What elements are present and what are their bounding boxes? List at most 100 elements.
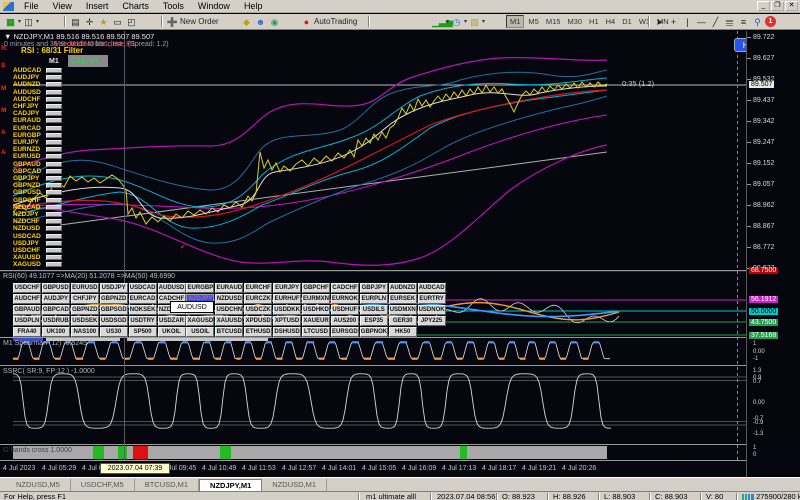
notification-badge[interactable]: 1 — [765, 16, 776, 27]
symbol-button-esp35[interactable]: ESP35 — [360, 316, 388, 326]
zoom-icon[interactable]: ⚲ — [751, 16, 764, 28]
symbol-button-usdhuf[interactable]: USDHUF — [331, 305, 359, 315]
horizontal-line-icon[interactable]: — — [695, 16, 708, 28]
symbol-button-fra40[interactable]: FRA40 — [13, 327, 41, 337]
navigator-icon[interactable]: ✛ — [83, 16, 96, 28]
watchlist-button-gbpjpy[interactable] — [46, 176, 62, 181]
menu-view[interactable]: View — [46, 0, 79, 12]
symbol-button-eurtry[interactable]: EURTRY — [418, 294, 446, 304]
timeframe-d1[interactable]: D1 — [619, 16, 635, 27]
close-button[interactable]: ✕ — [785, 1, 798, 11]
profiles-dropdown-icon[interactable]: ▾ — [36, 18, 39, 25]
indicators-dropdown-icon[interactable]: ▾ — [446, 18, 449, 25]
symbol-button-usdmxn[interactable]: USDMXN — [389, 305, 417, 315]
watchlist-button-usdcad[interactable] — [46, 234, 62, 239]
pane-separator[interactable] — [0, 444, 800, 445]
symbol-button-eurjpy[interactable]: EURJPY — [273, 283, 301, 293]
new-order-button[interactable]: ➕ New Order — [166, 15, 219, 28]
symbol-button-cadchf[interactable]: CADCHF — [331, 283, 359, 293]
new-chart-icon[interactable]: ▦ — [4, 16, 17, 28]
symbol-button-chfjpy[interactable]: CHFJPY — [71, 294, 99, 304]
symbol-button-usdhkd[interactable]: USDHKD — [302, 305, 330, 315]
symbol-button-xauusd[interactable]: XAUUSD — [215, 316, 243, 326]
symbol-button-noksek[interactable]: NOKSEK — [129, 305, 157, 315]
periods-dropdown-icon[interactable]: ▾ — [464, 18, 467, 25]
pane-separator[interactable] — [0, 460, 800, 461]
symbol-button-xaueur[interactable]: XAUEUR — [302, 316, 330, 326]
symbol-button-nzdusd[interactable]: NZDUSD — [215, 294, 243, 304]
symbol-button-hk50[interactable]: HK50 — [389, 327, 417, 337]
timeframe-m5[interactable]: M5 — [525, 16, 541, 27]
pane-separator[interactable] — [0, 365, 800, 366]
watchlist-button-euraud[interactable] — [46, 118, 62, 123]
terminal-icon[interactable]: ▭ — [111, 16, 124, 28]
new-chart-dropdown-icon[interactable]: ▾ — [18, 18, 21, 25]
watchlist-button-nzdjpy[interactable] — [46, 212, 62, 217]
watchlist-button-eurnzd[interactable] — [46, 147, 62, 152]
symbol-button-aus200[interactable]: AUS200 — [331, 316, 359, 326]
menu-charts[interactable]: Charts — [115, 0, 156, 12]
symbol-button-gbpusd[interactable]: GBPUSD — [42, 283, 70, 293]
market-watch-icon[interactable]: ▤ — [69, 16, 82, 28]
watchlist-button-audnzd[interactable] — [46, 82, 62, 87]
trendline-icon[interactable]: ╱ — [709, 16, 722, 28]
watchlist-button-audchf[interactable] — [46, 97, 62, 102]
fibonacci-icon[interactable]: 𝄙 — [723, 16, 736, 28]
tab-nzdusd-m1[interactable]: NZDUSD,M1 — [262, 479, 327, 491]
symbol-button-eurchf[interactable]: EURCHF — [244, 283, 272, 293]
symbol-button-usdrub[interactable]: USDRUB — [42, 316, 70, 326]
symbol-button-gbpnzd[interactable]: GBPNZD — [100, 294, 128, 304]
timeframe-m1[interactable]: M1 — [506, 15, 524, 28]
symbol-button-eurczk[interactable]: EURCZK — [244, 294, 272, 304]
symbol-button-ltcusd[interactable]: LTCUSD — [302, 327, 330, 337]
symbol-button-usdchf[interactable]: USDCHF — [13, 283, 41, 293]
symbol-button-audcad[interactable]: AUDCAD — [418, 283, 446, 293]
watchlist-button-gbpcad[interactable] — [46, 169, 62, 174]
text-icon[interactable]: ≡ — [737, 16, 750, 28]
symbol-button-dshusd[interactable]: DSHUSD — [273, 327, 301, 337]
symbol-button-jpy225[interactable]: JPY225 — [418, 316, 446, 326]
tab-btcusd-m1[interactable]: BTCUSD,M1 — [135, 479, 199, 491]
symbol-button-usdsgd[interactable]: USDSGD — [100, 316, 128, 326]
tab-nzdjpy-m1[interactable]: NZDJPY,M1 — [199, 479, 262, 491]
timeframe-m30[interactable]: M30 — [564, 16, 585, 27]
symbol-button-btcusd[interactable]: BTCUSD — [215, 327, 243, 337]
strategy-tester-icon[interactable]: ◰ — [125, 16, 138, 28]
menu-tools[interactable]: Tools — [156, 0, 191, 12]
watchlist-button-eurjpy[interactable] — [46, 140, 62, 145]
timeframe-m15[interactable]: M15 — [543, 16, 564, 27]
symbol-button-eurgbp[interactable]: EURGBP — [186, 283, 214, 293]
symbol-button-eurcad[interactable]: EURCAD — [129, 294, 157, 304]
symbol-button-usdczk[interactable]: USDCZK — [244, 305, 272, 315]
watchlist-button-eurusd[interactable] — [46, 154, 62, 159]
watchlist-button-gbpchf[interactable] — [46, 198, 62, 203]
menu-window[interactable]: Window — [191, 0, 237, 12]
watchlist-button-eurcad[interactable] — [46, 126, 62, 131]
chart-area[interactable]: ▼ NZDJPY,M1 89.516 89.516 89.507 89.507 … — [0, 31, 800, 477]
favorites-icon[interactable]: ★ — [97, 16, 110, 28]
watchlist-button-xagusd[interactable] — [46, 262, 62, 267]
indicators-icon[interactable]: ▁▃▅ — [432, 16, 445, 28]
watchlist-button-nzdusd[interactable] — [46, 226, 62, 231]
timeframe-h1[interactable]: H1 — [586, 16, 602, 27]
c12-indicator-label[interactable]: C12-on — [68, 55, 108, 67]
watchlist-button-cadjpy[interactable] — [46, 111, 62, 116]
symbol-button-eurhuf[interactable]: EURHUF — [273, 294, 301, 304]
symbol-button-audchf[interactable]: AUDCHF — [13, 294, 41, 304]
templates-dropdown-icon[interactable]: ▾ — [482, 18, 485, 25]
timeframe-h4[interactable]: H4 — [603, 16, 619, 27]
symbol-button-eurpln[interactable]: EURPLN — [360, 294, 388, 304]
symbol-button-eursek[interactable]: EURSEK — [389, 294, 417, 304]
symbol-button-gbpjpy[interactable]: GBPJPY — [360, 283, 388, 293]
templates-icon[interactable]: ▨ — [468, 16, 481, 28]
profiles-icon[interactable]: ◫ — [22, 16, 35, 28]
symbol-button-us30[interactable]: US30 — [100, 327, 128, 337]
menu-file[interactable]: File — [17, 0, 46, 12]
watchlist-button-audcad[interactable] — [46, 68, 62, 73]
timeframe-w1[interactable]: W1 — [636, 16, 653, 27]
symbol-button-usdils[interactable]: USDILS — [360, 305, 388, 315]
symbol-button-eurusd[interactable]: EURUSD — [71, 283, 99, 293]
watchlist-button-xauusd[interactable] — [46, 255, 62, 260]
vertical-line-icon[interactable]: | — [681, 16, 694, 28]
watchlist-button-nzdcad[interactable] — [46, 205, 62, 210]
